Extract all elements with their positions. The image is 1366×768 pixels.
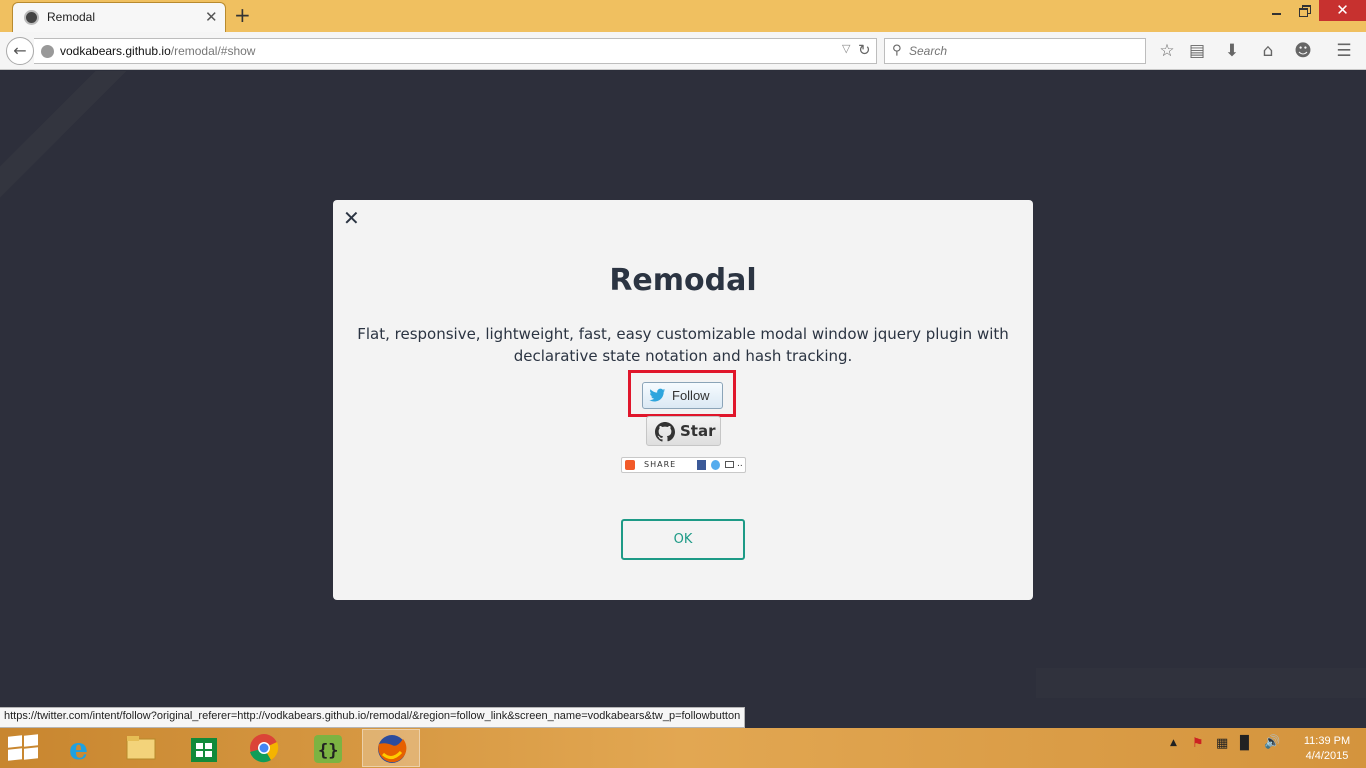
github-icon [655,422,675,442]
twitter-icon [711,460,720,470]
decorative-stripe [0,71,139,201]
browser-tab[interactable]: Remodal ✕ [12,2,226,32]
show-hidden-icons-icon[interactable]: ▲ [1170,738,1177,748]
addthis-share-button[interactable]: SHARE .. [621,457,746,473]
new-tab-button[interactable]: + [234,4,251,26]
download-icon[interactable]: ⬇ [1221,40,1243,62]
close-icon[interactable]: ✕ [343,206,360,230]
addthis-plus-icon [625,460,635,470]
link-status-bar: https://twitter.com/intent/follow?origin… [0,707,746,728]
remodal-dialog: ✕ Remodal Flat, responsive, lightweight,… [333,200,1033,600]
taskbar-clock[interactable]: 11:39 PM 4/4/2015 [1294,734,1360,764]
minimize-window-button[interactable] [1266,2,1288,20]
home-icon[interactable]: ⌂ [1257,40,1279,62]
page-overlay[interactable]: ✕ Remodal Flat, responsive, lightweight,… [0,71,1366,728]
twitter-follow-button[interactable]: Follow [642,382,723,409]
more-share-label: .. [737,459,743,469]
action-center-flag-icon[interactable]: ⚑ [1192,736,1204,751]
chrome-icon[interactable] [235,729,293,767]
tab-close-icon[interactable]: ✕ [205,8,218,26]
modal-title: Remodal [609,263,757,298]
browser-navbar: ← vodkabears.github.io/remodal/#show ▽ ↻… [0,32,1366,70]
svg-text:e: e [69,732,88,767]
svg-text:{}: {} [318,741,338,761]
brackets-editor-icon[interactable]: {} [299,729,357,767]
smiley-icon[interactable]: ☻ [1292,40,1314,62]
star-label: Star [680,422,716,440]
url-text[interactable]: vodkabears.github.io/remodal/#show [60,44,255,58]
reload-icon[interactable]: ↻ [858,41,871,59]
search-input[interactable] [909,42,1139,60]
star-icon[interactable]: ☆ [1156,40,1178,62]
github-favicon-icon [24,10,39,25]
back-button[interactable]: ← [6,37,34,65]
firefox-icon[interactable] [362,729,420,767]
modal-description: Flat, responsive, lightweight, fast, eas… [357,325,1009,365]
battery-icon[interactable]: ▦ [1216,736,1228,751]
windows-start-button[interactable] [8,734,40,762]
ok-button[interactable]: OK [621,519,745,560]
internet-explorer-icon[interactable]: e [52,729,110,767]
browser-titlebar: Remodal ✕ + ✕ [0,0,1366,32]
store-icon[interactable] [175,729,233,767]
url-host: vodkabears.github.io [60,44,171,58]
url-path: /remodal/#show [170,44,256,58]
search-icon: ⚲ [892,43,902,58]
globe-icon [41,45,54,58]
tab-title: Remodal [47,10,96,24]
fork-banner[interactable] [1036,668,1366,698]
email-icon [725,461,734,468]
restore-window-button[interactable] [1294,2,1316,20]
reading-list-icon[interactable]: ▤ [1186,40,1208,62]
share-label: SHARE [644,460,677,469]
search-bar[interactable]: ⚲ [884,38,1146,64]
github-star-button[interactable]: Star [646,416,721,446]
url-history-dropdown-icon[interactable]: ▽ [842,42,850,55]
facebook-icon [697,460,706,470]
close-window-button[interactable]: ✕ [1319,0,1366,21]
twitter-bird-icon [649,388,666,402]
network-signal-icon[interactable]: ▉ [1240,736,1250,751]
menu-icon[interactable]: ☰ [1333,40,1355,62]
follow-label: Follow [672,388,710,403]
volume-icon[interactable]: 🔊 [1264,735,1280,750]
windows-taskbar: e {} ▲ ⚑ ▦ ▉ 🔊 11:39 PM 4/4/2015 [0,728,1366,768]
clock-date: 4/4/2015 [1305,750,1349,762]
file-explorer-icon[interactable] [112,729,170,767]
url-bar[interactable]: vodkabears.github.io/remodal/#show ▽ ↻ [34,38,877,64]
clock-time: 11:39 PM [1303,735,1351,747]
